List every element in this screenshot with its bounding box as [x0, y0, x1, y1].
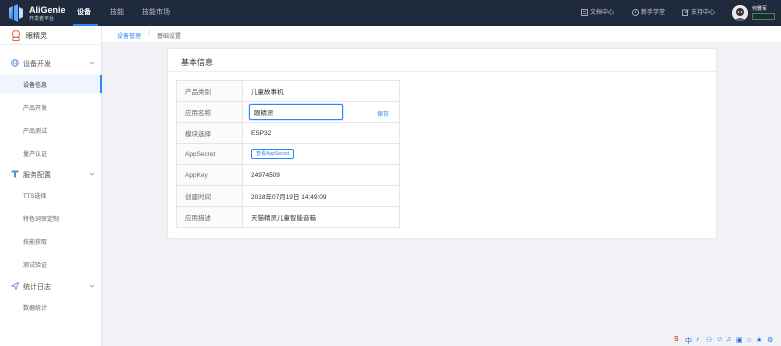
brand-subtitle: 开发者平台	[29, 16, 55, 22]
ime-voice-icon[interactable]: ♪	[696, 336, 700, 343]
view-app-secret-button[interactable]: 查看AppSecret	[251, 149, 295, 159]
ime-music-icon[interactable]: ♫	[726, 336, 731, 343]
created-time-label: 创建时间	[176, 185, 243, 207]
chevron-down-icon	[89, 284, 95, 288]
app-secret-label: AppSecret	[176, 143, 243, 165]
sidebar-item-label: 技能获取	[23, 240, 48, 246]
table-row: 模块选择 ESP32	[176, 122, 400, 144]
breadcrumb-current: 基础设置	[157, 34, 182, 40]
user-badge	[752, 13, 775, 20]
service-icon	[11, 170, 19, 178]
newbie-link[interactable]: 新手学堂	[632, 0, 665, 26]
docs-label: 文档中心	[590, 10, 615, 16]
product-type-value: 儿童故事机	[242, 80, 400, 102]
card-title: 基本信息	[181, 58, 213, 67]
aligenie-logo-icon	[9, 4, 23, 22]
nav-skill[interactable]: 技能	[110, 0, 124, 26]
globe-icon	[11, 59, 19, 67]
sidebar-item-mass-production[interactable]: 量产认证	[0, 144, 102, 162]
chevron-down-icon	[89, 61, 95, 65]
table-row: AppSecret 查看AppSecret	[176, 143, 400, 165]
sidebar-item-label: 量产认证	[23, 152, 48, 158]
nav-device[interactable]: 设备	[77, 0, 91, 26]
nav-skill-market[interactable]: 技能市场	[142, 0, 170, 26]
sidebar-item-label: 测试验证	[23, 263, 48, 269]
sidebar-group-device-dev[interactable]: 设备开发	[0, 55, 102, 71]
docs-link[interactable]: 文档中心	[581, 0, 614, 26]
ime-emoji-icon[interactable]: ☺	[716, 336, 723, 343]
device-icon	[12, 30, 20, 41]
brand-title: AliGenie	[29, 5, 66, 15]
created-time-value: 2018年07月19日 14:49:09	[242, 185, 400, 207]
table-row: 创建时间 2018年07月19日 14:49:09	[176, 185, 400, 207]
app-desc-value: 天猫精灵儿童智能音箱	[242, 206, 400, 228]
sidebar-item-product-dev[interactable]: 产品开发	[0, 98, 102, 116]
module-label: 模块选择	[176, 122, 243, 144]
sidebar-item-test-verify[interactable]: 测试验证	[0, 255, 102, 273]
breadcrumb-parent[interactable]: 设备管理	[117, 31, 141, 40]
module-value: ESP32	[242, 122, 400, 144]
edit-icon	[682, 9, 689, 16]
sidebar-item-label: 数据统计	[23, 306, 48, 312]
card-divider	[168, 71, 716, 72]
device-header: 眼精灵	[0, 26, 102, 45]
ime-punct-icon[interactable]: ⚇	[706, 336, 712, 344]
user-name[interactable]: 何雅军	[752, 5, 767, 12]
sidebar-item-label: 产品开发	[23, 106, 48, 112]
info-table: 产品类别 儿童故事机 应用名称 保存 模块选择 ESP32 AppSecret …	[176, 80, 400, 228]
document-icon	[581, 9, 588, 16]
table-row: 应用描述 天猫精灵儿童智能音箱	[176, 206, 400, 228]
ime-chinese-icon[interactable]: 中	[685, 336, 692, 346]
app-key-value: 24974509	[242, 164, 400, 186]
table-row: 应用名称 保存	[176, 101, 400, 123]
ime-toolbar: S 中 ♪ ⚇ ☺ ♫ ▣ ☆ ★ ⚙	[674, 336, 781, 346]
support-link[interactable]: 支持中心	[682, 0, 715, 26]
app-key-label: AppKey	[176, 164, 243, 186]
sidebar-item-data-stats[interactable]: 数据统计	[0, 298, 102, 316]
send-icon	[11, 282, 19, 290]
app-name-label: 应用名称	[176, 101, 243, 123]
sidebar-item-label: TTS选择	[23, 194, 47, 200]
sidebar: 眼精灵 设备开发 设备信息 产品开发 产品测试 量产认证 服务配置 TTS选择 …	[0, 26, 102, 346]
newbie-label: 新手学堂	[641, 10, 666, 16]
sidebar-item-tts[interactable]: TTS选择	[0, 186, 102, 204]
sidebar-group-label: 服务配置	[23, 172, 51, 179]
app-name-input[interactable]	[249, 104, 343, 120]
support-label: 支持中心	[691, 10, 716, 16]
device-name: 眼精灵	[26, 33, 47, 40]
help-icon	[632, 9, 639, 16]
sidebar-group-label: 设备开发	[23, 61, 51, 68]
sidebar-group-stats-log[interactable]: 统计日志	[0, 278, 102, 294]
ime-settings-icon[interactable]: ⚙	[767, 336, 773, 344]
sidebar-item-skill-get[interactable]: 技能获取	[0, 232, 102, 250]
sidebar-item-label: 特色词审定制	[23, 217, 60, 223]
sidebar-group-label: 统计日志	[23, 284, 51, 291]
save-link[interactable]: 保存	[377, 109, 389, 118]
brand-logo[interactable]: AliGenie 开发者平台	[8, 3, 78, 23]
breadcrumb-separator: /	[148, 31, 150, 37]
avatar-icon	[732, 5, 748, 21]
sidebar-group-service-config[interactable]: 服务配置	[0, 166, 102, 182]
sidebar-item-device-info[interactable]: 设备信息	[0, 75, 102, 93]
ime-keyboard-icon[interactable]: ▣	[736, 336, 743, 344]
sidebar-item-label: 产品测试	[23, 129, 48, 135]
app-secret-cell: 查看AppSecret	[242, 143, 400, 165]
ime-star-icon[interactable]: ★	[756, 336, 762, 344]
table-row: 产品类别 儿童故事机	[176, 80, 400, 102]
table-row: AppKey 24974509	[176, 164, 400, 186]
sidebar-item-label: 设备信息	[23, 83, 48, 89]
sidebar-item-product-test[interactable]: 产品测试	[0, 121, 102, 139]
top-bar: AliGenie 开发者平台 设备 技能 技能市场 文档中心 新手学堂 支持中心…	[0, 0, 781, 26]
breadcrumb: 设备管理 / 基础设置	[102, 26, 781, 43]
sidebar-item-custom-words[interactable]: 特色词审定制	[0, 209, 102, 227]
user-avatar[interactable]	[732, 5, 748, 21]
ime-logo-icon[interactable]: S	[674, 336, 679, 343]
app-name-cell: 保存	[242, 101, 400, 123]
ime-skin-icon[interactable]: ☆	[746, 336, 752, 344]
product-type-label: 产品类别	[176, 80, 243, 102]
app-desc-label: 应用描述	[176, 206, 243, 228]
chevron-down-icon	[89, 172, 95, 176]
